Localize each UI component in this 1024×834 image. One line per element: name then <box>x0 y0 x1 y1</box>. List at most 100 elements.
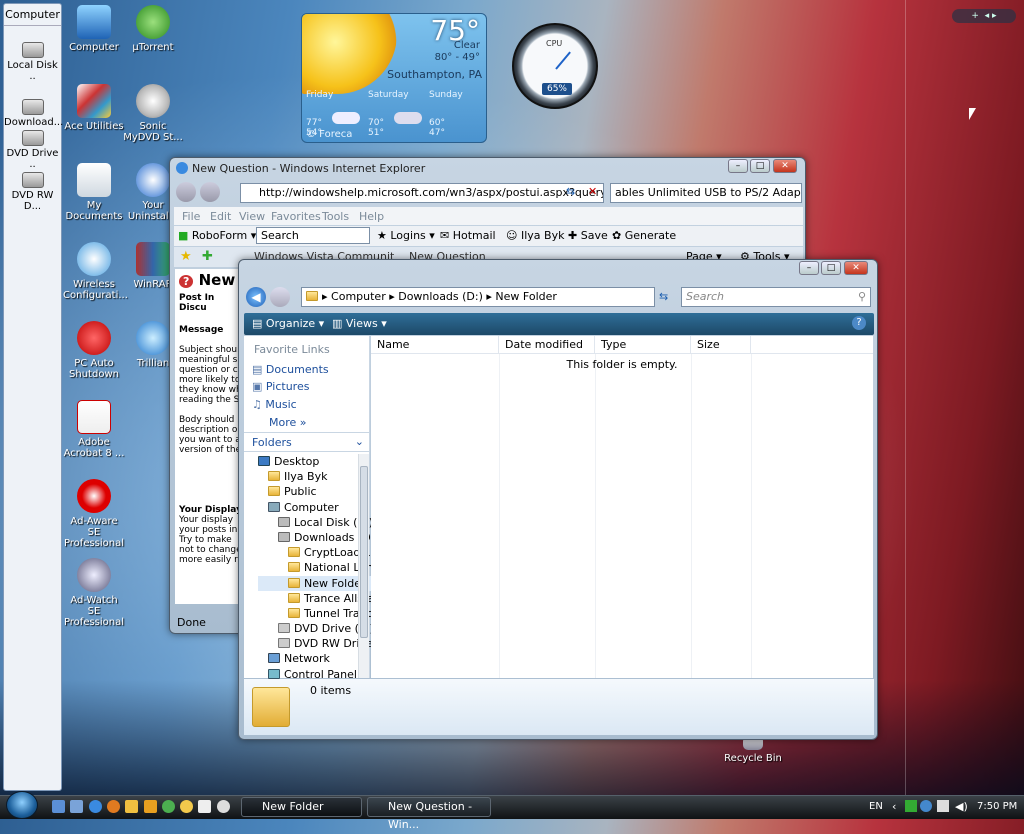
maximize-button[interactable]: □ <box>750 159 770 173</box>
favorite-link-pictures[interactable]: ▣ Pictures <box>252 380 309 393</box>
network-tray-icon[interactable] <box>905 800 917 812</box>
desktop-icon-label: WinRAR <box>133 279 173 290</box>
desktop-icon-label: µTorrent <box>132 42 174 53</box>
messenger-quicklaunch-icon[interactable] <box>180 800 193 813</box>
column-size[interactable]: Size <box>691 336 751 354</box>
back-button[interactable]: ◀ <box>246 287 266 307</box>
favorites-star-icon[interactable]: ★ <box>180 249 192 264</box>
menu-favorites[interactable]: Favorites <box>271 210 321 223</box>
taskbar-button-ie[interactable]: New Question - Win... <box>367 797 491 831</box>
menu-tools[interactable]: Tools <box>322 210 349 223</box>
tree-scrollbar[interactable] <box>358 454 369 678</box>
tray-expand-icon[interactable]: ‹ <box>892 800 896 813</box>
menu-help[interactable]: Help <box>359 210 384 223</box>
desktop-icon-my-documents[interactable]: My Documents <box>63 163 125 222</box>
desktop-icon-sonic-mydvd[interactable]: Sonic MyDVD St... <box>122 84 184 143</box>
switch-windows-icon[interactable] <box>70 800 83 813</box>
weather-condition: Clear <box>453 40 480 51</box>
back-button[interactable] <box>176 182 196 202</box>
views-button[interactable]: ▥ Views ▾ <box>332 317 387 330</box>
network-icon <box>268 653 280 664</box>
ie-search-box[interactable]: ables Unlimited USB to PS/2 Adapter <box>610 183 802 203</box>
app-quicklaunch-icon[interactable] <box>198 800 211 813</box>
breadcrumb[interactable]: ▸ Computer ▸ Downloads (D:) ▸ New Folder <box>301 287 655 307</box>
column-type[interactable]: Type <box>595 336 691 354</box>
winamp-quicklaunch-icon[interactable] <box>144 800 157 813</box>
desktop-icon-wireless[interactable]: Wireless Configurati... <box>63 242 128 301</box>
desktop-icon-ad-aware[interactable]: Ad-Aware SE Professional <box>63 479 125 549</box>
help-line: they know wh <box>179 385 242 395</box>
gauge-needle <box>555 51 571 70</box>
minimize-button[interactable]: – <box>799 261 819 275</box>
add-favorite-icon[interactable]: ✚ <box>202 249 213 264</box>
roboform-button[interactable]: ■ RoboForm ▾ <box>178 229 256 242</box>
drive-downloads[interactable]: Download... <box>4 99 63 128</box>
clock[interactable]: 7:50 PM <box>977 801 1017 812</box>
desktop-icon-computer[interactable]: Computer <box>63 5 125 53</box>
more-link[interactable]: More » <box>269 416 307 429</box>
desktop-icon-ad-watch[interactable]: Ad-Watch SE Professional <box>63 558 125 628</box>
desktop-icon-utorrent[interactable]: µTorrent <box>122 5 184 53</box>
refresh-icon[interactable]: ⇆ <box>659 290 668 303</box>
column-name[interactable]: Name <box>371 336 499 354</box>
generate-button[interactable]: ✿ Generate <box>612 229 676 242</box>
hotmail-button[interactable]: ✉ Hotmail <box>440 229 496 242</box>
menu-file[interactable]: File <box>182 210 200 223</box>
refresh-icon[interactable]: ⇆ <box>566 185 580 199</box>
weather-gadget[interactable]: 75° Clear 80° - 49° Southampton, PA Frid… <box>301 13 487 143</box>
save-button[interactable]: ✚ Save <box>568 229 608 242</box>
utorrent-quicklaunch-icon[interactable] <box>162 800 175 813</box>
folders-header[interactable]: Folders ⌄ <box>244 432 370 452</box>
desktop-icon-ace-utilities[interactable]: Ace Utilities <box>63 84 125 132</box>
ie-quicklaunch-icon[interactable] <box>89 800 102 813</box>
file-list[interactable]: Name Date modified Type Size This folder… <box>371 336 873 678</box>
start-button[interactable] <box>6 791 38 819</box>
drive-dvd[interactable]: DVD Drive .. <box>4 130 61 170</box>
user-button[interactable]: ☺ Ilya Byk <box>506 229 564 242</box>
logins-button[interactable]: ★ Logins ▾ <box>377 229 435 242</box>
desktop-icon-recycle-bin[interactable]: Recycle Bin <box>722 736 784 764</box>
minimize-button[interactable]: – <box>728 159 748 173</box>
close-button[interactable]: ✕ <box>773 159 797 173</box>
tray-app2-icon[interactable] <box>937 800 949 812</box>
address-bar[interactable]: http://windowshelp.microsoft.com/wn3/asp… <box>240 183 604 203</box>
roboform-search-box[interactable]: Search <box>256 227 370 244</box>
chevron-down-icon: ⌄ <box>354 435 364 448</box>
close-button[interactable]: ✕ <box>844 261 868 275</box>
desktop-icon-pc-auto-shutdown[interactable]: PC Auto Shutdown <box>63 321 125 380</box>
folder-icon <box>288 607 300 618</box>
tray-app-icon[interactable] <box>920 800 932 812</box>
favorite-link-music[interactable]: ♫ Music <box>252 398 297 411</box>
desktop-icon-adobe-acrobat[interactable]: Adobe Acrobat 8 ... <box>63 400 125 459</box>
drive-label: DVD RW D... <box>11 190 54 212</box>
column-date-modified[interactable]: Date modified <box>499 336 595 354</box>
firefox-quicklaunch-icon[interactable] <box>107 800 120 813</box>
show-desktop-icon[interactable] <box>52 800 65 813</box>
menu-view[interactable]: View <box>239 210 265 223</box>
favorite-link-documents[interactable]: ▤ Documents <box>252 363 329 376</box>
weather-credit-link[interactable]: © Foreca <box>306 129 352 140</box>
forward-button[interactable] <box>200 182 220 202</box>
folder-icon <box>288 577 300 588</box>
language-indicator[interactable]: EN <box>869 801 883 812</box>
breadcrumb-computer[interactable]: Computer <box>331 290 386 303</box>
folder-quicklaunch-icon[interactable] <box>125 800 138 813</box>
drive-dvd-rw[interactable]: DVD RW D... <box>4 172 61 212</box>
scrollbar-thumb[interactable] <box>360 466 368 638</box>
help-line: more easily r <box>179 555 238 565</box>
breadcrumb-new-folder[interactable]: New Folder <box>495 290 556 303</box>
drive-local-disk[interactable]: Local Disk .. <box>4 42 61 82</box>
maximize-button[interactable]: □ <box>821 261 841 275</box>
stop-icon[interactable]: ✕ <box>588 185 602 199</box>
taskbar-button-new-folder[interactable]: New Folder <box>241 797 362 817</box>
explorer-search-input[interactable]: Search ⚲ <box>681 287 871 307</box>
breadcrumb-downloads[interactable]: Downloads (D:) <box>398 290 483 303</box>
app2-quicklaunch-icon[interactable] <box>217 800 230 813</box>
menu-edit[interactable]: Edit <box>210 210 231 223</box>
help-icon[interactable]: ? <box>852 316 866 330</box>
organize-button[interactable]: ▤ Organize ▾ <box>252 317 324 330</box>
explorer-window[interactable]: – □ ✕ ◀ ▸ Computer ▸ Downloads (D:) ▸ Ne… <box>238 259 878 740</box>
forward-button[interactable] <box>270 287 290 307</box>
volume-icon[interactable]: ◀) <box>955 800 968 813</box>
add-gadget-control[interactable]: + ◂ ▸ <box>952 9 1016 23</box>
